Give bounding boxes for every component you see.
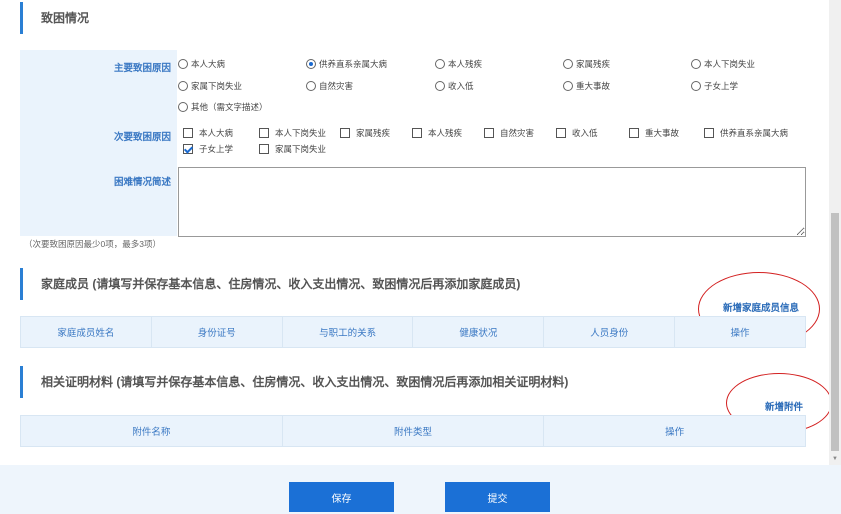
save-button[interactable]: 保存	[289, 482, 394, 512]
family-title: 家庭成员	[41, 277, 90, 291]
checkbox-icon[interactable]	[556, 128, 566, 138]
submit-button[interactable]: 提交	[445, 482, 550, 512]
radio-icon[interactable]	[178, 59, 188, 69]
main-cause-option-3[interactable]: 家属残疾	[563, 58, 610, 70]
main-cause-option-2[interactable]: 本人残疾	[435, 58, 482, 70]
checkbox-checked-icon[interactable]	[183, 144, 193, 154]
secondary-cause-option-6[interactable]: 重大事故	[629, 127, 679, 139]
section-title-family: 家庭成员 (请填写并保存基本信息、住房情况、收入支出情况、致困情况后再添加家庭成…	[20, 268, 520, 300]
main-cause-option-9[interactable]: 子女上学	[691, 80, 738, 92]
docs-table-header: 附件名称 附件类型 操作	[20, 415, 806, 447]
section-title-documents: 相关证明材料 (请填写并保存基本信息、住房情况、收入支出情况、致困情况后再添加相…	[20, 366, 568, 398]
radio-icon[interactable]	[691, 59, 701, 69]
radio-icon[interactable]	[563, 81, 573, 91]
column-header: 健康状况	[413, 317, 545, 347]
checkbox-icon[interactable]	[259, 144, 269, 154]
main-cause-option-0[interactable]: 本人大病	[178, 58, 225, 70]
checkbox-icon[interactable]	[259, 128, 269, 138]
radio-icon[interactable]	[691, 81, 701, 91]
docs-title: 相关证明材料	[41, 375, 114, 389]
secondary-cause-option-5[interactable]: 收入低	[556, 127, 598, 139]
secondary-cause-option-0[interactable]: 本人大病	[183, 127, 233, 139]
checkbox-icon[interactable]	[704, 128, 714, 138]
checkbox-icon[interactable]	[629, 128, 639, 138]
family-table-header: 家庭成员姓名 身份证号 与职工的关系 健康状况 人员身份 操作	[20, 316, 806, 348]
family-subtitle: (请填写并保存基本信息、住房情况、收入支出情况、致困情况后再添加家庭成员)	[92, 277, 521, 291]
column-header: 操作	[665, 427, 685, 438]
scroll-down-icon[interactable]: ▼	[831, 455, 839, 463]
main-cause-option-8[interactable]: 重大事故	[563, 80, 610, 92]
secondary-cause-label: 次要致困原因	[113, 132, 171, 143]
radio-icon[interactable]	[435, 59, 445, 69]
main-cause-option-4[interactable]: 本人下岗失业	[691, 58, 755, 70]
column-header: 人员身份	[544, 317, 676, 347]
scrollbar-thumb[interactable]	[831, 213, 839, 451]
secondary-cause-option-8[interactable]: 子女上学	[183, 143, 233, 155]
docs-subtitle: (请填写并保存基本信息、住房情况、收入支出情况、致困情况后再添加相关证明材料)	[116, 375, 569, 389]
main-cause-option-6[interactable]: 自然灾害	[306, 80, 353, 92]
column-header: 操作	[730, 328, 750, 339]
secondary-cause-option-2[interactable]: 家属残疾	[340, 127, 390, 139]
radio-icon[interactable]	[178, 102, 188, 112]
main-cause-option-7[interactable]: 收入低	[435, 80, 474, 92]
checkbox-icon[interactable]	[484, 128, 494, 138]
radio-icon[interactable]	[306, 81, 316, 91]
column-header: 附件名称	[21, 416, 283, 446]
difficulty-label: 困难情况简述	[113, 177, 171, 188]
secondary-cause-option-7[interactable]: 供养直系亲属大病	[704, 127, 788, 139]
main-cause-label: 主要致困原因	[113, 63, 171, 74]
radio-selected-icon[interactable]	[306, 59, 316, 69]
checkbox-icon[interactable]	[340, 128, 350, 138]
secondary-cause-option-1[interactable]: 本人下岗失业	[259, 127, 326, 139]
checkbox-icon[interactable]	[412, 128, 422, 138]
column-header: 附件类型	[283, 416, 545, 446]
section-title-hardship: 致困情况	[20, 2, 89, 34]
add-family-member-button[interactable]: 新增家庭成员信息	[723, 300, 799, 314]
column-header: 家庭成员姓名	[21, 317, 152, 347]
secondary-cause-option-3[interactable]: 本人残疾	[412, 127, 462, 139]
main-cause-option-5[interactable]: 家属下岗失业	[178, 80, 242, 92]
radio-icon[interactable]	[178, 81, 188, 91]
main-cause-option-10[interactable]: 其他（需文字描述）	[178, 101, 268, 113]
column-header: 身份证号	[152, 317, 283, 347]
column-header: 与职工的关系	[283, 317, 414, 347]
footer-bar	[0, 465, 841, 514]
add-attachment-button[interactable]: 新增附件	[765, 399, 803, 413]
form-page: 致困情况 主要致困原因 本人大病 供养直系亲属大病 本人残疾 家属残疾 本人下岗…	[0, 0, 832, 465]
difficulty-textarea[interactable]	[178, 167, 806, 237]
radio-icon[interactable]	[563, 59, 573, 69]
checkbox-icon[interactable]	[183, 128, 193, 138]
secondary-cause-hint: （次要致困原因最少0项，最多3项）	[24, 239, 161, 249]
section-title-text: 致困情况	[41, 11, 90, 25]
secondary-cause-option-4[interactable]: 自然灾害	[484, 127, 534, 139]
secondary-cause-option-9[interactable]: 家属下岗失业	[259, 143, 326, 155]
main-cause-option-1[interactable]: 供养直系亲属大病	[306, 58, 387, 70]
form-label-column	[20, 50, 177, 236]
radio-icon[interactable]	[435, 81, 445, 91]
